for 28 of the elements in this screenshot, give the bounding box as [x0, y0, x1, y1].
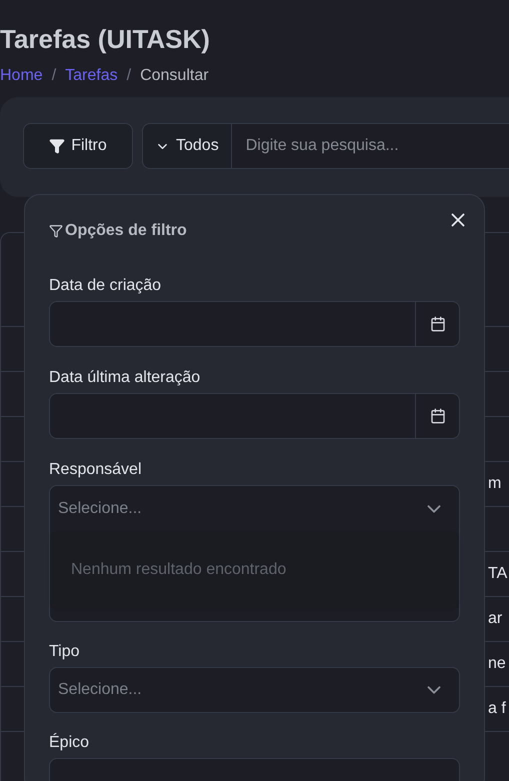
table-cell-text: TA: [488, 564, 508, 584]
breadcrumb-current: Consultar: [140, 66, 209, 86]
field-label: Responsável: [49, 460, 142, 480]
page-title: Tarefas (UITASK): [0, 23, 210, 56]
empty-message: Nenhum resultado encontrado: [71, 560, 286, 580]
field-label: Data última alteração: [49, 368, 200, 388]
field-label: Épico: [49, 733, 90, 753]
table-cell-text: m: [488, 474, 502, 494]
date-field[interactable]: [49, 301, 460, 347]
breadcrumb-separator: /: [126, 66, 132, 86]
select-field[interactable]: Selecione...: [49, 667, 460, 713]
table-cell-text: a f: [488, 699, 506, 719]
filter-button[interactable]: Filtro: [23, 123, 133, 169]
calendar-icon: [430, 316, 446, 332]
scope-dropdown[interactable]: Todos: [142, 123, 232, 169]
breadcrumb-separator: /: [52, 66, 56, 86]
calendar-icon: [430, 408, 446, 424]
panel-title: Opções de filtro: [65, 221, 187, 241]
search-field[interactable]: Digite sua pesquisa...: [232, 123, 509, 169]
field-label: Data de criação: [49, 276, 162, 296]
filter-icon: [49, 224, 63, 238]
table-cell-text: ne: [488, 654, 506, 674]
field-label: Tipo: [49, 642, 80, 662]
date-field[interactable]: [49, 393, 460, 439]
breadcrumb-link[interactable]: Tarefas: [65, 64, 118, 88]
filter-icon: [49, 138, 66, 154]
table-cell-text: ar: [488, 609, 502, 629]
breadcrumb-link[interactable]: Home: [0, 64, 43, 88]
